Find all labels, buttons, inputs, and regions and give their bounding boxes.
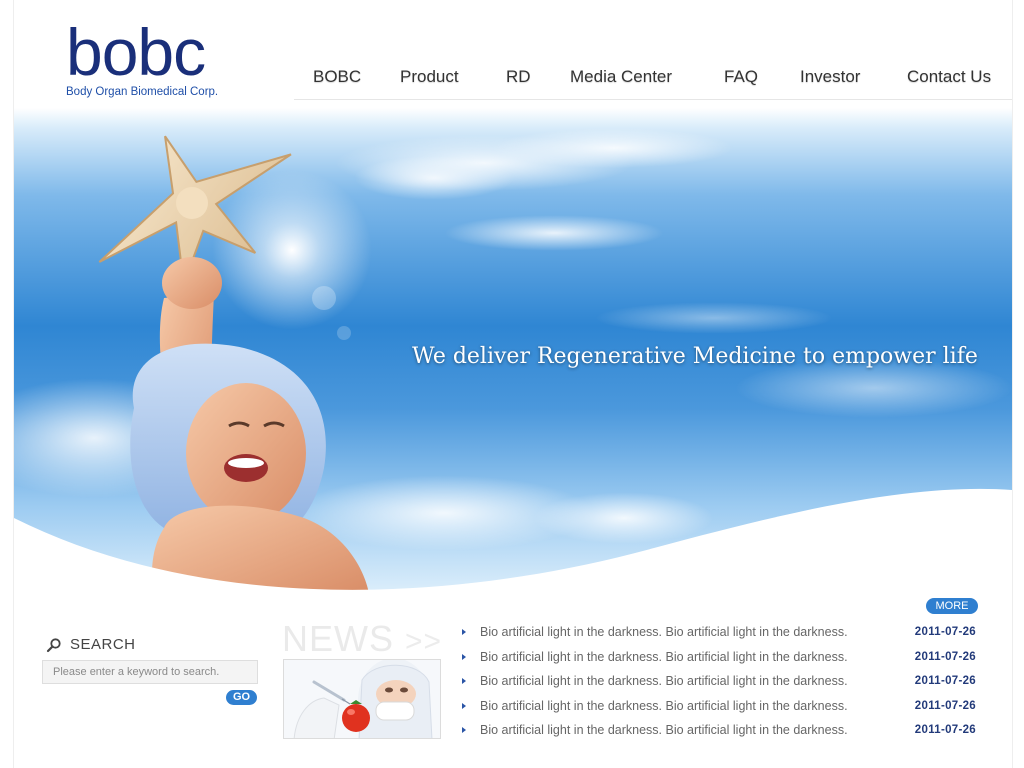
news-heading-arrows: >> xyxy=(405,625,443,658)
news-item[interactable]: Bio artificial light in the darkness. Bi… xyxy=(462,694,982,719)
logo-wordmark: bobc xyxy=(66,15,206,89)
main-nav: BOBC Product RD Media Center FAQ Investo… xyxy=(294,62,1012,100)
news-item-title[interactable]: Bio artificial light in the darkness. Bi… xyxy=(480,674,848,688)
search-section-title: SEARCH xyxy=(46,636,136,653)
nav-item-investor[interactable]: Investor xyxy=(800,67,860,87)
nav-item-bobc[interactable]: BOBC xyxy=(313,67,361,87)
news-item-title[interactable]: Bio artificial light in the darkness. Bi… xyxy=(480,625,848,639)
search-input[interactable] xyxy=(42,660,258,684)
news-item[interactable]: Bio artificial light in the darkness. Bi… xyxy=(462,669,982,694)
nav-item-faq[interactable]: FAQ xyxy=(724,67,758,87)
news-thumbnail[interactable] xyxy=(283,659,441,739)
hero-tagline: We deliver Regenerative Medicine to empo… xyxy=(412,344,978,369)
search-label: SEARCH xyxy=(70,636,136,653)
news-item[interactable]: Bio artificial light in the darkness. Bi… xyxy=(462,645,982,670)
news-item-title[interactable]: Bio artificial light in the darkness. Bi… xyxy=(480,723,848,737)
bullet-arrow-icon xyxy=(462,727,466,734)
news-item-date: 2011-07-26 xyxy=(914,699,976,712)
page: bobc Body Organ Biomedical Corp. BOBC Pr… xyxy=(14,0,1012,768)
news-item[interactable]: Bio artificial light in the darkness. Bi… xyxy=(462,718,982,743)
news-item[interactable]: Bio artificial light in the darkness. Bi… xyxy=(462,620,982,645)
news-item-date: 2011-07-26 xyxy=(914,626,976,639)
news-item-title[interactable]: Bio artificial light in the darkness. Bi… xyxy=(480,650,848,664)
bullet-arrow-icon xyxy=(462,629,466,636)
nav-item-contact-us[interactable]: Contact Us xyxy=(907,67,991,87)
news-heading-text: NEWS xyxy=(282,618,394,659)
news-more-button[interactable]: MORE xyxy=(926,598,978,614)
news-item-date: 2011-07-26 xyxy=(914,675,976,688)
bullet-arrow-icon xyxy=(462,702,466,709)
logo[interactable]: bobc Body Organ Biomedical Corp. xyxy=(66,15,246,104)
news-heading: NEWS >> xyxy=(282,618,442,660)
hero-banner: We deliver Regenerative Medicine to empo… xyxy=(14,108,1012,593)
bullet-arrow-icon xyxy=(462,678,466,685)
nav-item-rd[interactable]: RD xyxy=(506,67,531,87)
nav-item-media-center[interactable]: Media Center xyxy=(570,67,672,87)
bullet-arrow-icon xyxy=(462,653,466,660)
sun-glow xyxy=(212,170,372,330)
search-go-button[interactable]: GO xyxy=(226,690,257,705)
search-icon xyxy=(46,637,61,652)
nav-item-product[interactable]: Product xyxy=(400,67,459,87)
news-item-date: 2011-07-26 xyxy=(914,650,976,663)
scientist-image xyxy=(284,660,440,738)
news-item-date: 2011-07-26 xyxy=(914,724,976,737)
news-item-title[interactable]: Bio artificial light in the darkness. Bi… xyxy=(480,699,848,713)
news-list: Bio artificial light in the darkness. Bi… xyxy=(462,620,982,743)
logo-subtitle: Body Organ Biomedical Corp. xyxy=(66,86,219,98)
